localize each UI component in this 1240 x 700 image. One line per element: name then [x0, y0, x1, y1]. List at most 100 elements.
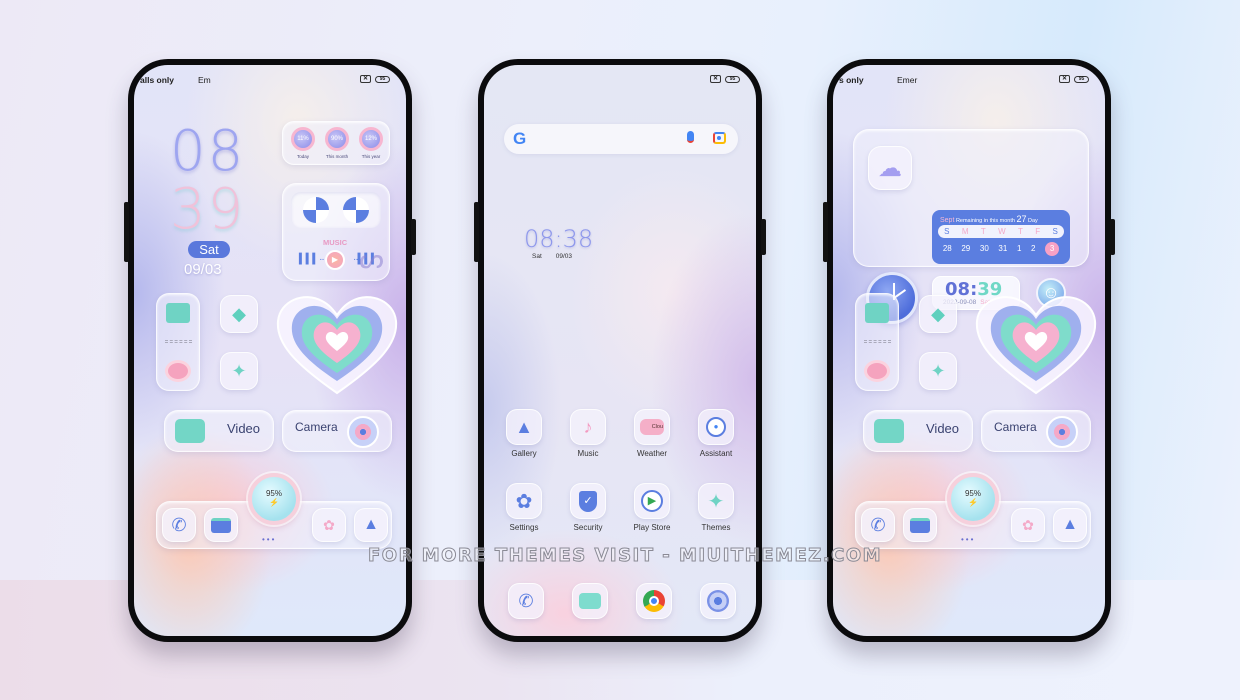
camera-shortcut[interactable]: Camera: [981, 410, 1091, 452]
combo-widget[interactable]: ☁ Sept Remaining in this month 27 Day S …: [853, 129, 1089, 324]
dock-gallery[interactable]: ▲: [354, 508, 388, 542]
app-music[interactable]: ♪: [570, 409, 606, 445]
date-cell[interactable]: 2: [1031, 242, 1035, 256]
battery-widget[interactable]: 95% ⚡: [947, 473, 999, 525]
dock-messages[interactable]: [572, 583, 608, 619]
home-screen-left: alls only Em ✕ 95 08 39 Sat 09/03 11% 90%…: [134, 65, 406, 636]
app-label: Security: [573, 523, 603, 532]
app-play-store[interactable]: ▶: [634, 483, 670, 519]
google-search-bar[interactable]: G: [504, 124, 738, 154]
usage-label: This year: [361, 154, 381, 159]
dock-gallery[interactable]: ▲: [1053, 508, 1087, 542]
app-settings[interactable]: ✿: [506, 483, 542, 519]
camera-record-icon: [165, 360, 191, 382]
dock-chrome[interactable]: [636, 583, 672, 619]
usage-ring-year: 12%: [359, 127, 383, 151]
heart-widget[interactable]: [973, 293, 1099, 397]
weekday: F: [1035, 227, 1041, 236]
date-cell[interactable]: 29: [961, 242, 970, 256]
usage-label: Today: [296, 154, 309, 159]
clock-widget[interactable]: 08:38: [524, 225, 593, 253]
clock-minute: 38: [562, 225, 594, 253]
apps-icon: ✿: [1022, 516, 1034, 533]
app-label: Themes: [701, 523, 731, 532]
mic-icon[interactable]: [687, 131, 694, 143]
page-indicator[interactable]: •••: [961, 535, 975, 544]
power-button: [761, 219, 766, 255]
page-indicator[interactable]: •••: [262, 535, 276, 544]
dock-apps[interactable]: ✿: [312, 508, 346, 542]
charging-bolt-icon: ⚡: [968, 498, 978, 507]
clock-hour[interactable]: 08: [170, 119, 245, 184]
weekday: W: [998, 227, 1006, 236]
waveform-icon: ▍▍▍··: [299, 254, 325, 265]
gallery-icon: ▲: [363, 516, 379, 533]
volume-button: [124, 202, 129, 262]
calendar-widget[interactable]: Sept Remaining in this month 27 Day S M …: [932, 210, 1070, 264]
date-row: 28 29 30 31 1 2 3: [938, 242, 1064, 256]
emergency-text: Emer: [897, 75, 918, 85]
battery-percent: 95%: [964, 489, 981, 498]
usage-widget[interactable]: 11% 90% 12% Today This month This year: [282, 121, 390, 165]
video-camera-icon: [175, 419, 205, 443]
app-assistant[interactable]: ●: [698, 409, 734, 445]
camera-shortcut[interactable]: Camera: [282, 410, 392, 452]
heart-widget[interactable]: [274, 293, 400, 397]
camera-lens-icon: [1046, 416, 1078, 448]
date-cell[interactable]: 30: [980, 242, 989, 256]
themes-app[interactable]: ✦: [220, 352, 258, 390]
app-gallery[interactable]: ▲: [506, 409, 542, 445]
weather-app[interactable]: ☁: [868, 146, 912, 190]
battery-icon: 95: [1074, 75, 1089, 83]
themes-pinwheel-icon: ✦: [231, 360, 247, 381]
date-cell-today[interactable]: 3: [1045, 242, 1060, 256]
assistant-icon: ●: [706, 417, 726, 437]
app-folder[interactable]: [156, 293, 200, 391]
camera-record-icon: [864, 360, 890, 382]
divider: [165, 340, 192, 343]
video-shortcut[interactable]: Video: [164, 410, 274, 452]
themes-app[interactable]: ✦: [919, 352, 957, 390]
gallery-edit-icon: [865, 303, 889, 323]
battery-widget[interactable]: 95% ⚡: [248, 473, 300, 525]
music-widget[interactable]: MUSIC ▍▍▍·· ▶ ··▍▍▍ ᔕ: [282, 183, 390, 281]
video-label: Video: [227, 421, 261, 436]
app-weather[interactable]: Clou: [634, 409, 670, 445]
weekday: T: [980, 227, 986, 236]
date-cell[interactable]: 28: [943, 242, 952, 256]
usage-ring-today: 11%: [291, 127, 315, 151]
compass-icon: ◆: [232, 303, 246, 324]
video-shortcut[interactable]: Video: [863, 410, 973, 452]
shield-check-icon: ✓: [579, 490, 597, 512]
lens-icon[interactable]: [713, 132, 726, 144]
app-folder[interactable]: [855, 293, 899, 391]
usage-label: This month: [325, 154, 349, 159]
dock-phone[interactable]: ✆: [508, 583, 544, 619]
compass-app[interactable]: ◆: [220, 295, 258, 333]
battery-percent: 95%: [265, 489, 282, 498]
apps-icon: ✿: [323, 516, 335, 533]
app-themes[interactable]: ✦: [698, 483, 734, 519]
dock-files[interactable]: [903, 508, 937, 542]
compass-app[interactable]: ◆: [919, 295, 957, 333]
app-label: Assistant: [699, 449, 733, 458]
dock-camera[interactable]: [700, 583, 736, 619]
emergency-text: Em: [198, 75, 211, 85]
dock-phone[interactable]: ✆: [861, 508, 895, 542]
cassette-reels: [291, 192, 381, 228]
date-cell[interactable]: 31: [998, 242, 1007, 256]
video-label: Video: [926, 421, 960, 436]
dock-files[interactable]: [204, 508, 238, 542]
date-text: 09/03: [555, 253, 573, 260]
dock-apps[interactable]: ✿: [1011, 508, 1045, 542]
weekday: S: [1052, 227, 1058, 236]
clock-subtext: Sat 09/03: [532, 253, 572, 260]
play-button[interactable]: ▶: [325, 250, 345, 270]
camera-label: Camera: [994, 420, 1037, 434]
clock-minute[interactable]: 39: [170, 177, 245, 242]
gear-icon: ✿: [515, 490, 533, 513]
app-security[interactable]: ✓: [570, 483, 606, 519]
date-cell[interactable]: 1: [1017, 242, 1021, 256]
volume-button: [474, 202, 479, 262]
dock-phone[interactable]: ✆: [162, 508, 196, 542]
